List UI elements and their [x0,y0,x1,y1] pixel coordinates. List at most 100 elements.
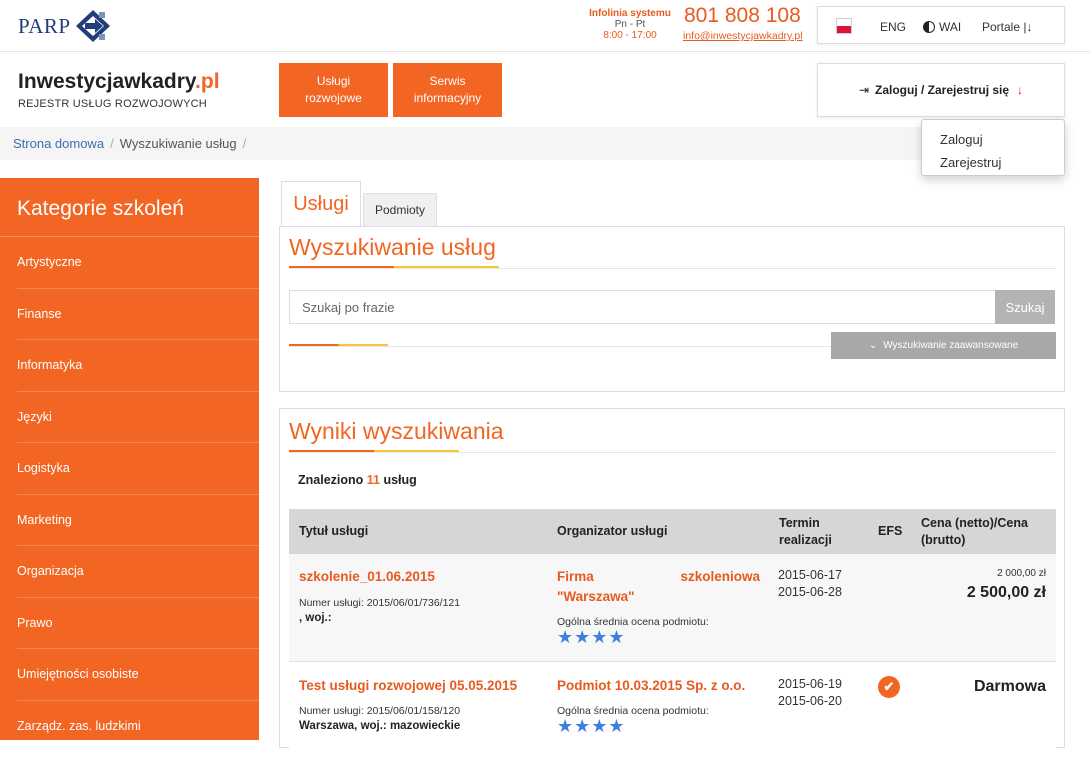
price-gross: 2 500,00 zł [966,584,1046,601]
sidebar-item-logistyka[interactable]: Logistyka [17,443,259,495]
organizer-line1: Firma szkoleniowa [557,569,760,584]
found-count: 11 [366,473,380,487]
sidebar-item-finanse[interactable]: Finanse [17,289,259,340]
service-number: Numer usługi: 2015/06/01/158/120 [299,705,461,717]
advanced-search-button[interactable]: ⌄ Wyszukiwanie zaawansowane [831,332,1056,359]
service-title-link[interactable]: szkolenie_01.06.2015 [299,569,435,584]
sidebar-item-umiejetnosci-osobiste[interactable]: Umiejętności osobiste [17,649,259,701]
breadcrumb-home-link[interactable]: Strona domowa [13,136,104,151]
results-table-header: Tytuł usługi Organizator usługi Termin r… [289,509,1056,554]
service-dates: 2015-06-17 2015-06-28 [778,567,842,601]
col-header-price[interactable]: Cena (netto)/Cena (brutto) [921,509,1028,554]
col-header-term[interactable]: Termin realizacji [779,509,832,554]
top-bar: PARP Infolinia systemu Pn - Pt 8:00 - 17… [0,0,1090,52]
sidebar-item-organizacja[interactable]: Organizacja [17,546,259,598]
search-panel-title: Wyszukiwanie usług [289,234,496,260]
login-icon: ⇥ [858,83,869,97]
helpline-email-link[interactable]: info@inwestycjawkadry.pl [683,30,803,42]
col-header-price-line1: Cena (netto)/Cena [921,515,1028,530]
helpline-hours: 8:00 - 17:00 [603,30,657,41]
col-header-title[interactable]: Tytuł usługi [299,509,368,554]
results-panel: Wyniki wyszukiwania Znaleziono 11 usług … [279,408,1065,762]
col-header-price-line2: (brutto) [921,532,966,547]
col-header-term-line2: realizacji [779,532,832,547]
title-rule [289,452,1056,453]
sidebar-title: Kategorie szkoleń [0,178,259,237]
search-panel: Wyszukiwanie usług Szukaj ⌄ Wyszukiwanie… [279,226,1065,392]
sidebar-item-artystyczne[interactable]: Artystyczne [17,237,259,289]
menu-item-zarejestruj[interactable]: Zarejestruj [922,151,1064,174]
organizer-line2: "Warszawa" [557,589,635,604]
service-location: , woj.: [299,612,332,624]
wai-contrast-link[interactable]: WAI [923,20,961,34]
date-start: 2015-06-17 [778,568,842,582]
nav-serwis-label: Serwis informacyjny [413,74,482,105]
col-header-organizer[interactable]: Organizator usługi [557,509,667,554]
site-title-main: Inwestycjawkadry [18,70,196,93]
login-register-button[interactable]: ⇥ Zaloguj / Zarejestruj się ↓ [817,63,1065,117]
breadcrumb-separator: / [110,136,114,151]
service-dates: 2015-06-19 2015-06-20 [778,676,842,710]
title-rule [289,268,1056,269]
sidebar-item-jezyki[interactable]: Języki [17,392,259,443]
found-prefix: Znaleziono [298,473,364,487]
contrast-icon [923,21,935,33]
nav-uslugi-rozwojowe-button[interactable]: Usługi rozwojowe [279,63,388,117]
portale-dropdown[interactable]: Portale |↓ [982,20,1032,34]
service-number: Numer usługi: 2015/06/01/736/121 [299,597,461,609]
service-title-link[interactable]: Test usługi rozwojowej 05.05.2015 [299,678,517,693]
price-net: 2 000,00 zł [997,568,1046,579]
found-suffix: usług [383,473,417,487]
organizer-link[interactable]: Podmiot 10.03.2015 Sp. z o.o. [557,676,777,696]
sidebar-title-text: Kategorie szkoleń [17,197,184,220]
breadcrumb-separator: / [242,136,247,151]
site-subtitle: REJESTR USŁUG ROZWOJOWYCH [18,98,207,110]
menu-item-zaloguj[interactable]: Zaloguj [922,128,1064,151]
breadcrumb: Strona domowa / Wyszukiwanie usług / [0,127,1065,160]
login-register-label: Zaloguj / Zarejestruj się [875,83,1010,97]
sidebar-item-zarzadz-zas-ludzkimi[interactable]: Zarządz. zas. ludzkimi [17,701,259,752]
arrow-down-icon: ↓ [1017,83,1024,97]
advanced-search-label: Wyszukiwanie zaawansowane [883,340,1019,351]
site-title-link[interactable]: Inwestycjawkadry.pl [18,70,220,94]
helpline-phone: 801 808 108 [684,4,801,27]
tab-uslugi[interactable]: Usługi [281,181,361,226]
results-panel-title: Wyniki wyszukiwania [289,418,504,444]
search-button[interactable]: Szukaj [995,290,1055,324]
sidebar-item-informatyka[interactable]: Informatyka [17,340,259,392]
col-header-term-line1: Termin [779,515,820,530]
parp-logo-icon [75,10,110,42]
nav-serwis-informacyjny-button[interactable]: Serwis informacyjny [393,63,502,117]
rating-stars-icon: ★★★★ [557,716,626,736]
price-gross: Darmowa [973,678,1046,695]
table-row[interactable]: Test usługi rozwojowej 05.05.2015 Numer … [289,662,1056,762]
parp-logo-text: PARP [18,13,71,38]
table-row[interactable]: szkolenie_01.06.2015 Numer usługi: 2015/… [289,554,1056,662]
nav-uslugi-label: Usługi rozwojowe [305,74,362,105]
login-dropdown-menu: Zaloguj Zarejestruj [921,119,1065,176]
date-start: 2015-06-19 [778,677,842,691]
date-end: 2015-06-28 [778,585,842,599]
efs-check-icon: ✔ [878,676,900,698]
parp-logo[interactable]: PARP [18,9,111,43]
results-count-text: Znaleziono 11 usług [298,473,417,487]
tab-podmioty[interactable]: Podmioty [363,193,437,226]
site-title-tld: .pl [195,70,220,93]
helpline-info: Infolinia systemu Pn - Pt 8:00 - 17:00 [582,8,678,41]
helpline-label: Infolinia systemu [589,8,671,19]
service-location: Warszawa, woj.: mazowieckie [299,720,461,732]
breadcrumb-current: Wyszukiwanie usług [119,136,237,151]
search-input[interactable] [289,290,996,324]
sidebar-item-marketing[interactable]: Marketing [17,495,259,546]
language-accessibility-box: ENG WAI Portale |↓ [817,6,1065,44]
chevron-down-icon: ⌄ [868,340,878,351]
col-header-efs[interactable]: EFS [878,509,902,554]
category-sidebar: Kategorie szkoleń Artystyczne Finanse In… [0,178,259,752]
sidebar-item-prawo[interactable]: Prawo [17,598,259,649]
rating-stars-icon: ★★★★ [557,627,626,647]
english-language-link[interactable]: ENG [880,20,906,34]
organizer-link[interactable]: Firma szkoleniowa "Warszawa" [557,567,760,607]
polish-flag-icon[interactable] [836,18,852,34]
helpline-days: Pn - Pt [614,19,646,30]
date-end: 2015-06-20 [778,694,842,708]
